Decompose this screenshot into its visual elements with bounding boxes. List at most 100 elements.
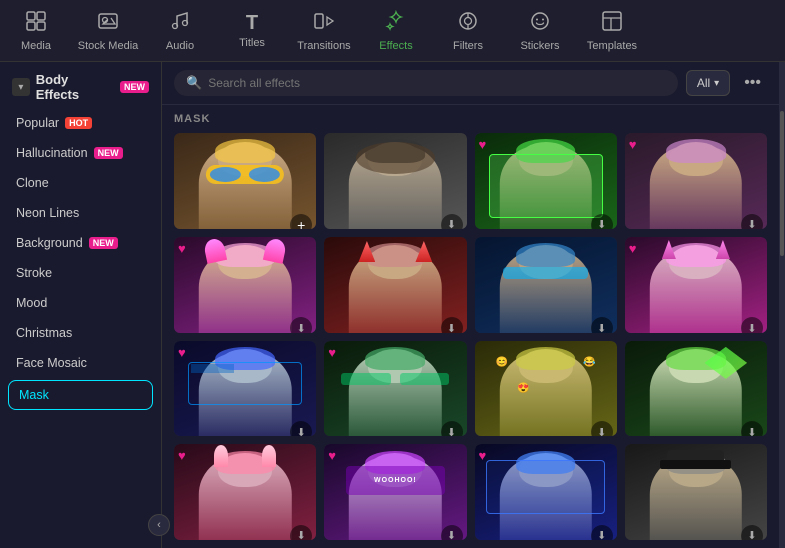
sidebar-item-neon-lines-label: Neon Lines	[16, 206, 79, 220]
sidebar-new-badge: NEW	[120, 81, 149, 93]
sidebar-item-mood[interactable]: Mood	[0, 288, 161, 318]
filter-label: All	[697, 76, 710, 90]
sidebar-item-christmas-label: Christmas	[16, 326, 72, 340]
nav-audio[interactable]: Audio	[144, 6, 216, 56]
audio-icon	[169, 10, 191, 36]
effect-card-hud-mask-blue[interactable]: ♥⬇ Hud Mask Blue	[475, 444, 617, 540]
effect-card-eyes[interactable]: ♥⬇ Eyes	[625, 133, 767, 229]
download-icon[interactable]: ⬇	[441, 525, 463, 540]
sidebar-item-stroke[interactable]: Stroke	[0, 258, 161, 288]
sidebar-item-background-label: Background	[16, 236, 83, 250]
sidebar-item-mask[interactable]: Mask	[8, 380, 153, 410]
stickers-icon	[529, 10, 551, 36]
sidebar-item-popular[interactable]: Popular HOT	[0, 108, 161, 138]
effect-thumb: ♥⬇	[324, 341, 466, 437]
nav-effects[interactable]: Effects	[360, 6, 432, 56]
download-icon[interactable]: ⬇	[591, 214, 613, 229]
favorite-icon: ♥	[479, 137, 487, 152]
favorite-icon: ♥	[629, 137, 637, 152]
favorite-icon: ♥	[328, 448, 336, 463]
download-icon[interactable]: ⬇	[290, 317, 312, 332]
filter-button[interactable]: All ▾	[686, 70, 730, 96]
favorite-icon: ♥	[479, 448, 487, 463]
effect-card-neon-bunny[interactable]: ♥⬇ Neon Bunny	[174, 444, 316, 540]
effect-thumb: 😊 😂 😍 ⬇	[475, 341, 617, 437]
effects-icon	[385, 10, 407, 36]
download-icon[interactable]: ⬇	[741, 214, 763, 229]
nav-titles[interactable]: T Titles	[216, 9, 288, 53]
download-icon[interactable]: ⬇	[290, 525, 312, 540]
effects-grid: + Sunglasses ⬇ Koala ♥⬇ X X Green	[162, 129, 779, 548]
nav-templates[interactable]: Templates	[576, 6, 648, 56]
sidebar-item-background[interactable]: Background NEW	[0, 228, 161, 258]
stock-media-icon	[97, 10, 119, 36]
download-icon[interactable]: ⬇	[441, 421, 463, 436]
effect-card-hud-mask[interactable]: ♥⬇ Hud Mask	[174, 341, 316, 437]
effect-card-sunglasses[interactable]: + Sunglasses	[174, 133, 316, 229]
download-icon[interactable]: ⬇	[741, 421, 763, 436]
scrollbar-track[interactable]	[779, 62, 785, 548]
main-layout: ▾ Body Effects NEW Popular HOT Hallucina…	[0, 62, 785, 548]
sidebar-item-hallucination[interactable]: Hallucination NEW	[0, 138, 161, 168]
sidebar-item-clone[interactable]: Clone	[0, 168, 161, 198]
nav-media[interactable]: Media	[0, 6, 72, 56]
nav-filters[interactable]: Filters	[432, 6, 504, 56]
effect-card-xx-green-light[interactable]: ♥⬇ X X Green Light	[475, 133, 617, 229]
effect-card-devil-horns[interactable]: ⬇ Devil Horns	[324, 237, 466, 333]
download-icon[interactable]: ⬇	[741, 317, 763, 332]
sidebar-item-face-mosaic-label: Face Mosaic	[16, 356, 87, 370]
download-icon[interactable]: ⬇	[290, 421, 312, 436]
sidebar-item-mask-label: Mask	[19, 388, 49, 402]
nav-effects-label: Effects	[379, 40, 412, 52]
effect-card-pink-devil[interactable]: ♥⬇ Pink Devil	[625, 237, 767, 333]
media-icon	[25, 10, 47, 36]
effect-thumb: WOOHOO! ♥⬇	[324, 444, 466, 540]
effect-card-hud-glasses[interactable]: ♥⬇ Hud Glasses	[324, 341, 466, 437]
sidebar-item-face-mosaic[interactable]: Face Mosaic	[0, 348, 161, 378]
sidebar-item-christmas[interactable]: Christmas	[0, 318, 161, 348]
nav-transitions[interactable]: Transitions	[288, 6, 360, 56]
search-icon: 🔍	[186, 75, 202, 91]
search-input-wrap[interactable]: 🔍	[174, 70, 678, 96]
favorite-icon: ♥	[328, 345, 336, 360]
nav-stock-media-label: Stock Media	[78, 40, 139, 52]
collapse-button[interactable]: ▾	[12, 78, 30, 96]
download-icon[interactable]: ⬇	[591, 317, 613, 332]
sidebar-item-mood-label: Mood	[16, 296, 47, 310]
search-input[interactable]	[208, 76, 666, 90]
effect-card-woohoo[interactable]: WOOHOO! ♥⬇ WooHoo	[324, 444, 466, 540]
titles-icon: T	[246, 13, 258, 33]
nav-stickers[interactable]: Stickers	[504, 6, 576, 56]
scrollbar-thumb	[780, 111, 784, 257]
effect-card-neon-horns[interactable]: ♥⬇ Neon Horns	[174, 237, 316, 333]
favorite-icon: ♥	[629, 241, 637, 256]
hallucination-new-badge: NEW	[94, 147, 123, 159]
effect-card-dj[interactable]: ⬇ DJ	[475, 237, 617, 333]
more-icon: •••	[744, 74, 761, 91]
more-options-button[interactable]: •••	[738, 72, 767, 94]
download-icon[interactable]: ⬇	[741, 525, 763, 540]
sidebar-collapse-arrow[interactable]: ‹	[148, 514, 170, 536]
nav-filters-label: Filters	[453, 40, 483, 52]
download-icon[interactable]: ⬇	[441, 214, 463, 229]
background-new-badge: NEW	[89, 237, 118, 249]
effect-card-emojis[interactable]: 😊 😂 😍 ⬇ Emojis	[475, 341, 617, 437]
download-icon[interactable]: ⬇	[591, 421, 613, 436]
sidebar-item-neon-lines[interactable]: Neon Lines	[0, 198, 161, 228]
favorite-icon: ♥	[178, 345, 186, 360]
nav-transitions-label: Transitions	[297, 40, 350, 52]
download-icon[interactable]: ⬇	[591, 525, 613, 540]
add-icon[interactable]: +	[290, 214, 312, 229]
nav-stock-media[interactable]: Stock Media	[72, 6, 144, 56]
effect-thumb: ⬇	[324, 237, 466, 333]
nav-media-label: Media	[21, 40, 51, 52]
effect-thumb: ♥⬇	[174, 444, 316, 540]
effect-thumb: +	[174, 133, 316, 229]
effect-card-koala[interactable]: ⬇ Koala	[324, 133, 466, 229]
favorite-icon: ♥	[178, 448, 186, 463]
effect-card-gentleman[interactable]: ⬇ Gentleman	[625, 444, 767, 540]
favorite-icon: ♥	[178, 241, 186, 256]
effect-card-fairy[interactable]: ⬇ Fairy	[625, 341, 767, 437]
effect-thumb: ⬇	[625, 341, 767, 437]
download-icon[interactable]: ⬇	[441, 317, 463, 332]
